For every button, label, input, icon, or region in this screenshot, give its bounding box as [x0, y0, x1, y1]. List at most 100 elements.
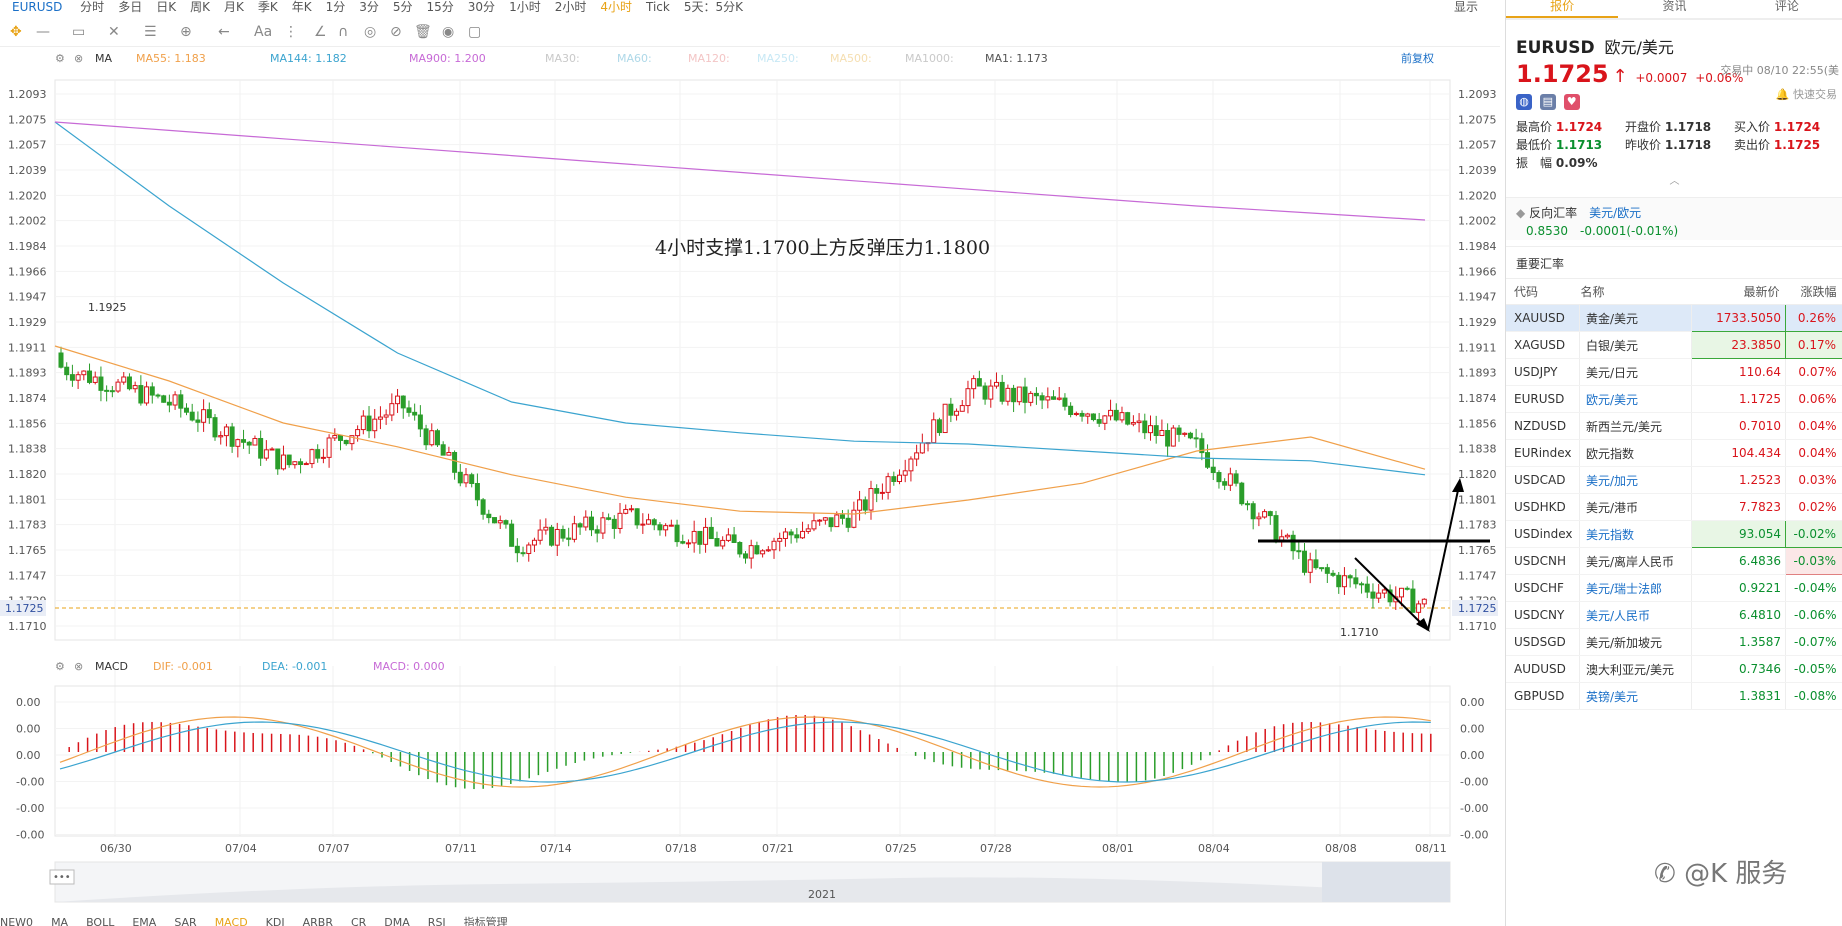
- globe-icon[interactable]: ◍: [1516, 94, 1532, 110]
- settings-icon[interactable]: ⚙: [55, 52, 65, 65]
- period-8[interactable]: 3分: [359, 0, 379, 14]
- fib-icon[interactable]: ⋮: [284, 24, 298, 40]
- price-tick-left: 1.1710: [8, 620, 47, 633]
- indicator-7[interactable]: ARBR: [303, 916, 333, 926]
- period-4[interactable]: 月K: [224, 0, 244, 14]
- rate-row[interactable]: EURindex 欧元指数 104.434 0.04%: [1506, 439, 1842, 467]
- indicator-8[interactable]: CR: [351, 916, 366, 926]
- collapse-icon[interactable]: ︿: [1506, 172, 1842, 187]
- indicator-11[interactable]: 指标管理: [464, 916, 508, 926]
- macd-close-icon[interactable]: ⊗: [74, 660, 83, 673]
- period-15[interactable]: Tick: [646, 0, 670, 14]
- legend-ma500: MA500:: [830, 52, 872, 65]
- period-1[interactable]: 多日: [118, 0, 142, 14]
- arc-icon[interactable]: ∩: [338, 24, 348, 40]
- move-icon[interactable]: ✥: [10, 24, 22, 40]
- navigator-window[interactable]: [1322, 862, 1450, 902]
- indicator-10[interactable]: RSI: [428, 916, 446, 926]
- list-icon[interactable]: ☰: [144, 24, 157, 40]
- chart-area[interactable]: ⚙ ⊗ MA MA55: 1.183 MA144: 1.182 MA900: 1.200 M…: [0, 46, 1500, 912]
- candle-body: [725, 534, 731, 541]
- period-11[interactable]: 30分: [468, 0, 495, 14]
- indicator-9[interactable]: DMA: [384, 916, 410, 926]
- circle-icon[interactable]: ◎: [364, 24, 376, 40]
- rate-row[interactable]: USDJPY 美元/日元 110.64 0.07%: [1506, 358, 1842, 386]
- rate-name[interactable]: 美元/人民币: [1579, 601, 1692, 629]
- rate-row[interactable]: USDHKD 美元/港币 7.7823 0.02%: [1506, 493, 1842, 521]
- rate-pct: 0.04%: [1785, 439, 1842, 467]
- text-icon[interactable]: Aa: [254, 24, 272, 40]
- period-10[interactable]: 15分: [427, 0, 454, 14]
- macd-settings-icon[interactable]: ⚙: [55, 660, 65, 673]
- indicator-1[interactable]: MA: [51, 916, 68, 926]
- arrow-icon[interactable]: ←: [218, 24, 230, 40]
- candle-body: [674, 524, 680, 543]
- candle-body: [1284, 534, 1290, 538]
- col-code[interactable]: 代码: [1506, 278, 1580, 305]
- tab-1[interactable]: 资讯: [1618, 0, 1730, 18]
- period-13[interactable]: 2小时: [555, 0, 587, 14]
- rate-row[interactable]: AUDUSD 澳大利亚元/美元 0.7346 -0.05%: [1506, 655, 1842, 683]
- symbol-tab[interactable]: EURUSD: [12, 0, 62, 14]
- fast-trade-button[interactable]: 🔔 快速交易: [1776, 86, 1837, 102]
- tab-0[interactable]: 报价: [1506, 0, 1619, 18]
- price-tick-left: 1.1893: [8, 367, 47, 380]
- notes-icon[interactable]: ▤: [1539, 94, 1556, 110]
- period-3[interactable]: 周K: [190, 0, 210, 14]
- cross-icon[interactable]: ✕: [108, 24, 120, 40]
- rate-name[interactable]: 美元指数: [1579, 520, 1692, 548]
- period-0[interactable]: 分时: [80, 0, 104, 14]
- rate-row[interactable]: XAUUSD 黄金/美元 1733.5050 0.26%: [1506, 304, 1842, 332]
- pencil-icon[interactable]: ∠: [314, 24, 327, 40]
- indicator-5[interactable]: MACD: [215, 916, 248, 926]
- rate-row[interactable]: USDindex 美元指数 93.054 -0.02%: [1506, 520, 1842, 548]
- indicator-4[interactable]: SAR: [174, 916, 196, 926]
- rate-name[interactable]: 欧元/美元: [1579, 385, 1692, 413]
- rate-row[interactable]: USDCHF 美元/瑞士法郎 0.9221 -0.04%: [1506, 574, 1842, 602]
- candle-body: [1125, 412, 1131, 425]
- period-7[interactable]: 1分: [326, 0, 346, 14]
- reverse-pair-link[interactable]: 美元/欧元: [1589, 206, 1641, 220]
- rate-row[interactable]: USDCAD 美元/加元 1.2523 0.03%: [1506, 466, 1842, 494]
- stat-value: 1.1713: [1555, 138, 1603, 152]
- display-button[interactable]: 显示: [1454, 0, 1478, 14]
- trash-icon[interactable]: 🗑: [414, 24, 432, 40]
- period-14[interactable]: 4小时: [600, 0, 632, 14]
- period-5[interactable]: 季K: [258, 0, 278, 14]
- col-name[interactable]: 名称: [1579, 278, 1692, 305]
- rate-row[interactable]: XAGUSD 白银/美元 23.3850 0.17%: [1506, 331, 1842, 359]
- indicator-6[interactable]: KDJ: [266, 916, 285, 926]
- indicator-3[interactable]: EMA: [132, 916, 156, 926]
- indicator-0[interactable]: NEW0: [0, 916, 33, 926]
- period-9[interactable]: 5分: [393, 0, 413, 14]
- hide-icon[interactable]: ⊘: [390, 24, 402, 40]
- rate-row[interactable]: EURUSD 欧元/美元 1.1725 0.06%: [1506, 385, 1842, 413]
- rate-name[interactable]: 英镑/美元: [1579, 682, 1692, 710]
- adjust-button[interactable]: 前复权: [1401, 51, 1434, 65]
- rate-name[interactable]: 美元/瑞士法郎: [1579, 574, 1692, 602]
- heart-icon[interactable]: ♥: [1563, 94, 1580, 110]
- rate-row[interactable]: USDSGD 美元/新加坡元 1.3587 -0.07%: [1506, 628, 1842, 656]
- indicator-2[interactable]: BOLL: [86, 916, 114, 926]
- line-icon[interactable]: —: [36, 24, 50, 40]
- col-pct[interactable]: 涨跌幅: [1785, 278, 1842, 305]
- rate-row[interactable]: USDCNH 美元/离岸人民币 6.4836 -0.03%: [1506, 547, 1842, 575]
- trend-down-line[interactable]: [1354, 557, 1429, 631]
- dif-label: DIF: -0.001: [153, 660, 213, 673]
- period-2[interactable]: 日K: [156, 0, 176, 14]
- period-16[interactable]: 5天：5分K: [684, 0, 743, 14]
- period-6[interactable]: 年K: [292, 0, 312, 14]
- rect-icon[interactable]: ▭: [72, 24, 85, 40]
- measure-icon[interactable]: ⊕: [180, 24, 192, 40]
- col-price[interactable]: 最新价: [1691, 278, 1786, 305]
- eye-icon[interactable]: ◉: [442, 24, 454, 40]
- tab-2[interactable]: 评论: [1731, 0, 1842, 18]
- candle-body: [1244, 503, 1250, 506]
- period-12[interactable]: 1小时: [509, 0, 541, 14]
- rate-row[interactable]: GBPUSD 英镑/美元 1.3831 -0.08%: [1506, 682, 1842, 710]
- lock-icon[interactable]: ▢: [468, 24, 481, 40]
- rate-row[interactable]: NZDUSD 新西兰元/美元 0.7010 0.04%: [1506, 412, 1842, 440]
- rate-row[interactable]: USDCNY 美元/人民币 6.4810 -0.06%: [1506, 601, 1842, 629]
- rate-name[interactable]: 美元/加元: [1579, 466, 1692, 494]
- close-ma-icon[interactable]: ⊗: [74, 52, 83, 65]
